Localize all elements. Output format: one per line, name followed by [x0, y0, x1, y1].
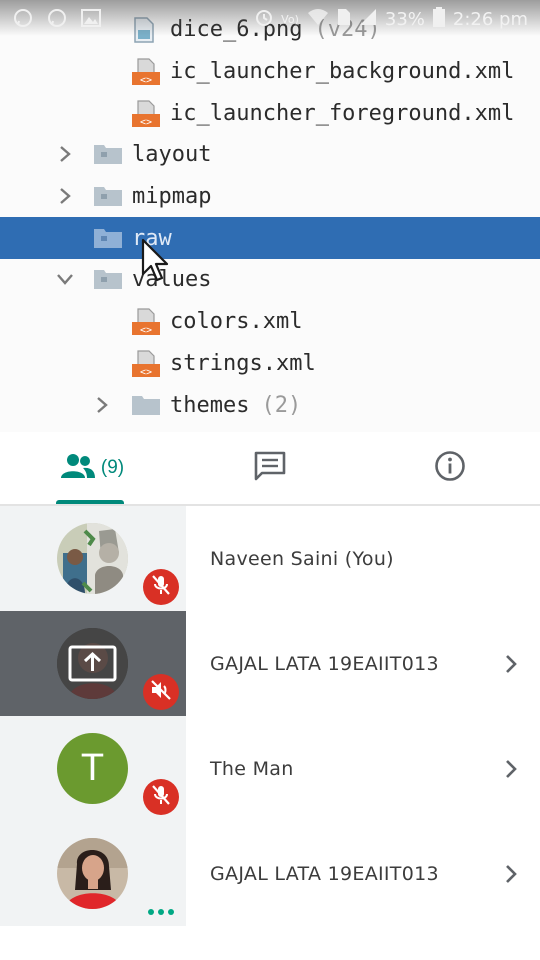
wifi-icon [307, 8, 329, 31]
tree-item-values[interactable]: values [0, 258, 540, 300]
tree-item-label: colors.xml [170, 308, 303, 334]
info-icon [434, 450, 466, 486]
chevron-right-icon[interactable] [498, 861, 524, 887]
participant-tile: T [0, 716, 186, 821]
mic-off-icon [151, 784, 171, 810]
tree-item-count: (2) [261, 392, 302, 418]
tree-item-ic-launcher-foreground[interactable]: <> ic_launcher_foreground.xml [0, 92, 540, 134]
participant-name: Naveen Saini (You) [210, 547, 394, 570]
svg-text:<>: <> [140, 117, 152, 128]
mic-off-badge [143, 779, 179, 815]
participant-row[interactable]: T The Man [0, 716, 540, 821]
participant-name: The Man [210, 757, 294, 780]
tree-item-label: themes [170, 392, 250, 418]
participant-list: Naveen Saini (You) GAJAL LATA 19EAIIT013 [0, 506, 540, 926]
signal-icon [359, 8, 377, 31]
people-icon [60, 453, 95, 483]
folder-icon [93, 143, 122, 167]
tab-info[interactable] [380, 432, 520, 504]
image-icon [80, 8, 102, 28]
tree-item-label: mipmap [132, 183, 212, 209]
participant-name: GAJAL LATA 19EAIIT013 [210, 862, 439, 885]
more-options-icon[interactable] [148, 909, 174, 915]
avatar: T [57, 733, 128, 804]
participant-row[interactable]: Naveen Saini (You) [0, 506, 540, 611]
svg-text:<>: <> [140, 75, 152, 86]
avatar [57, 628, 128, 699]
participant-row[interactable]: GAJAL LATA 19EAIIT013 [0, 611, 540, 716]
shared-screen: Vo) 33% 2:26 pm dice_6.png(v24) <> [0, 0, 540, 432]
tab-chat[interactable] [200, 432, 340, 504]
mic-off-badge [143, 569, 179, 605]
xml-file-icon: <> [132, 308, 160, 336]
folder-icon [93, 227, 122, 251]
chevron-right-icon[interactable] [498, 651, 524, 677]
chevron-right-icon[interactable] [498, 756, 524, 782]
mic-off-icon [151, 574, 171, 600]
chevron-right-icon[interactable] [55, 144, 75, 164]
tree-item-raw[interactable]: raw [0, 217, 540, 259]
tab-people[interactable]: (9) [30, 432, 155, 504]
chat-icon [254, 451, 286, 485]
call-tabs: (9) [0, 432, 540, 506]
tree-item-colors-xml[interactable]: <> colors.xml [0, 300, 540, 342]
participant-name: GAJAL LATA 19EAIIT013 [210, 652, 439, 675]
battery-icon [432, 7, 445, 32]
tree-item-label: layout [132, 141, 212, 167]
tree-item-layout[interactable]: layout [0, 133, 540, 175]
whatsapp-icon [12, 8, 34, 28]
tree-item-ic-launcher-background[interactable]: <> ic_launcher_background.xml [0, 50, 540, 92]
tree-item-label: ic_launcher_background.xml [170, 58, 515, 84]
svg-text:<>: <> [140, 367, 152, 378]
whatsapp-icon [46, 8, 68, 28]
folder-icon [131, 394, 160, 418]
participant-tile [0, 611, 186, 716]
sim-icon [337, 8, 351, 31]
tree-item-themes[interactable]: themes (2) [0, 384, 540, 426]
participant-row[interactable]: GAJAL LATA 19EAIIT013 [0, 821, 540, 926]
volume-off-icon [150, 680, 172, 704]
battery-percent: 33% [384, 9, 425, 30]
chevron-right-icon[interactable] [92, 395, 112, 415]
participant-count: (9) [100, 457, 125, 478]
avatar [57, 523, 128, 594]
alarm-icon [255, 8, 273, 31]
folder-icon [93, 268, 122, 292]
tree-item-label: strings.xml [170, 350, 316, 376]
status-bar: Vo) 33% 2:26 pm [0, 0, 540, 36]
clock: 2:26 pm [452, 9, 528, 30]
tree-item-strings-xml[interactable]: <> strings.xml [0, 342, 540, 384]
xml-file-icon: <> [132, 350, 160, 378]
chevron-down-icon[interactable] [55, 269, 75, 289]
chevron-right-icon[interactable] [55, 186, 75, 206]
participant-tile [0, 506, 186, 611]
volte-icon: Vo) [281, 13, 299, 26]
avatar-letter: T [80, 747, 105, 789]
folder-icon [93, 185, 122, 209]
xml-file-icon: <> [132, 58, 160, 86]
tree-item-mipmap[interactable]: mipmap [0, 175, 540, 217]
svg-text:<>: <> [140, 325, 152, 336]
volume-off-badge [143, 674, 179, 710]
tree-item-label: ic_launcher_foreground.xml [170, 100, 515, 126]
xml-file-icon: <> [132, 100, 160, 128]
avatar [57, 838, 128, 909]
participant-tile [0, 821, 186, 926]
mouse-pointer-icon [140, 238, 170, 288]
active-tab-indicator [56, 500, 124, 504]
